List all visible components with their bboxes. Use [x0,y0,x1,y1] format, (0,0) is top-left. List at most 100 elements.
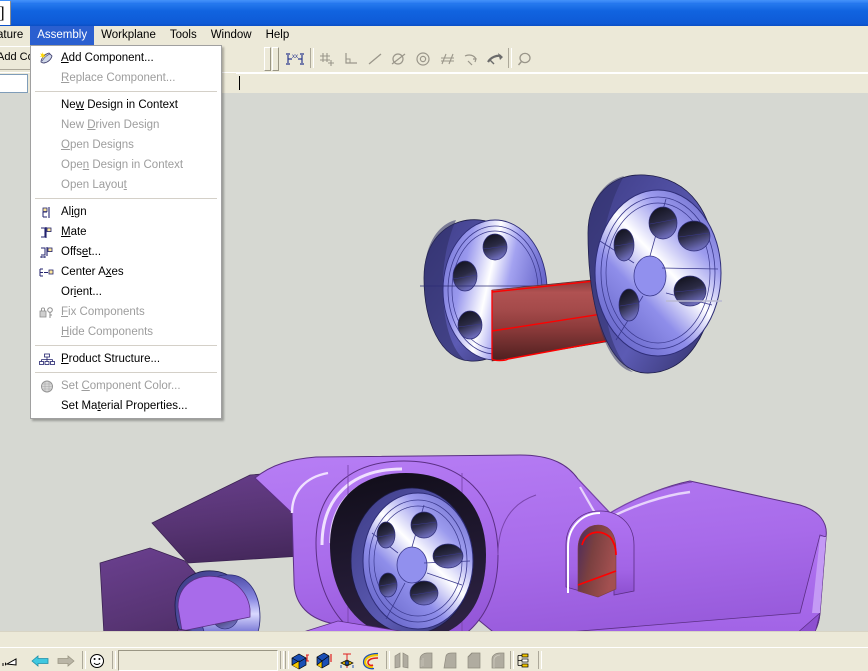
shell-icon[interactable] [392,651,412,670]
menu-item-label: Center Axes [61,266,124,278]
add-constraint-icon[interactable] [316,48,338,69]
secondary-toolbar-long [236,73,868,94]
fix-constraint-icon[interactable] [460,48,482,69]
menu-item-new-driven-design: New Driven Design [31,115,221,135]
set-component-color-icon [38,378,55,394]
menu-item-label: Set Component Color... [61,380,181,392]
menu-item-label: Hide Components [61,326,154,338]
revolve-icon[interactable] [314,651,334,670]
menu-item-label: New Design in Context [61,99,178,111]
concentric-constraint-icon[interactable] [412,48,434,69]
delete-constraint-icon[interactable] [484,48,506,69]
menu-item-replace-component: Replace Component... [31,68,221,88]
toolbar-grip[interactable] [264,47,271,71]
menu-item-open-design-in-context: Open Design in Context [31,155,221,175]
titlebar-sheen [0,0,868,4]
bottom-separator-7 [538,651,542,669]
menu-item-label: Add Component... [61,52,154,64]
menu-separator-1 [35,91,217,92]
menu-workplane[interactable]: Workplane [94,26,163,45]
menu-item-open-layout: Open Layout [31,175,221,195]
inspect-constraint-icon[interactable] [514,48,536,69]
face-icon[interactable] [88,651,106,670]
chamfer-icon[interactable] [464,651,484,670]
tangent-constraint-icon[interactable] [388,48,410,69]
pattern-icon[interactable] [514,651,532,670]
forward-arrow-icon[interactable] [56,651,76,670]
bottom-separator-2 [112,651,116,669]
menu-item-label: New Driven Design [61,119,160,131]
menu-item-label: Open Layout [61,179,127,191]
equal-constraint-icon[interactable] [436,48,458,69]
toolbar-separator-1 [310,48,314,68]
menu-window[interactable]: Window [204,26,259,45]
menubar: ature Assembly Workplane Tools Window He… [0,26,868,46]
menu-item-label: Orient... [61,286,102,298]
secondary-toolbar-input[interactable] [0,74,28,93]
menu-item-orient[interactable]: Orient... [31,282,221,302]
toolbar-grip-2[interactable] [272,47,279,71]
right-wheel-hub [633,255,667,297]
add-component-icon [38,50,55,66]
bottom-gap-strip [0,631,868,648]
menu-item-label: Offset... [61,246,102,258]
bottom-separator-1 [82,651,86,669]
blend-icon[interactable] [416,651,436,670]
line-constraint-icon[interactable] [364,48,386,69]
bottom-separator-3 [280,651,284,669]
front-wheel [350,487,474,631]
menu-item-label: Mate [61,226,87,238]
menu-item-hide-components: Hide Components [31,322,221,342]
menu-item-set-component-color: Set Component Color... [31,376,221,396]
fix-components-icon [38,304,55,320]
status-field [118,650,278,671]
menu-item-open-designs: Open Designs [31,135,221,155]
menu-item-label: Replace Component... [61,72,176,84]
menu-item-mate[interactable]: Mate [31,222,221,242]
dimension-xx-icon[interactable]: xx [284,48,306,69]
menu-item-offset[interactable]: Offset... [31,242,221,262]
loft-icon[interactable] [362,651,382,670]
back-arrow-icon[interactable] [30,651,50,670]
menu-item-label: Set Material Properties... [61,400,188,412]
toolbar-separator-2 [508,48,512,68]
assembly-dropdown-menu[interactable]: Add Component... Replace Component... Ne… [30,45,222,419]
menu-tools[interactable]: Tools [163,26,204,45]
menu-item-label: Open Design in Context [61,159,184,171]
bottom-separator-4 [285,651,289,669]
menu-item-align[interactable]: Align [31,202,221,222]
menu-separator-3 [35,345,217,346]
bottom-toolbar [0,647,868,671]
extrude-icon[interactable] [290,651,310,670]
draft-icon[interactable] [440,651,460,670]
menu-separator-4 [35,372,217,373]
product-structure-icon [38,351,55,367]
svg-text:xx: xx [292,54,298,60]
menu-item-label: Open Designs [61,139,134,151]
menu-item-label: Align [61,206,87,218]
menu-item-add-component[interactable]: Add Component... [31,48,221,68]
bottom-separator-5 [386,651,390,669]
sweep-icon[interactable] [338,651,358,670]
align-icon [38,204,55,220]
menu-item-center-axes[interactable]: Center Axes [31,262,221,282]
select-arrow-icon[interactable] [2,651,18,670]
offset-icon [38,244,55,260]
front-wheel-arch [565,510,635,598]
menu-item-label: Fix Components [61,306,145,318]
mate-icon [38,224,55,240]
menu-separator-2 [35,198,217,199]
perpendicular-constraint-icon[interactable] [340,48,362,69]
menu-item-set-material-properties[interactable]: Set Material Properties... [31,396,221,416]
menu-feature[interactable]: ature [0,26,30,45]
menu-help[interactable]: Help [259,26,297,45]
window-titlebar: ] [0,0,868,27]
menu-item-new-design-in-context[interactable]: New Design in Context [31,95,221,115]
text-caret [239,76,240,90]
front-wheel-hub [396,546,428,584]
center-axes-icon [38,264,55,280]
round-icon[interactable] [488,651,508,670]
menu-item-product-structure[interactable]: Product Structure... [31,349,221,369]
menu-item-label: Product Structure... [61,353,161,365]
menu-assembly[interactable]: Assembly [30,26,95,45]
